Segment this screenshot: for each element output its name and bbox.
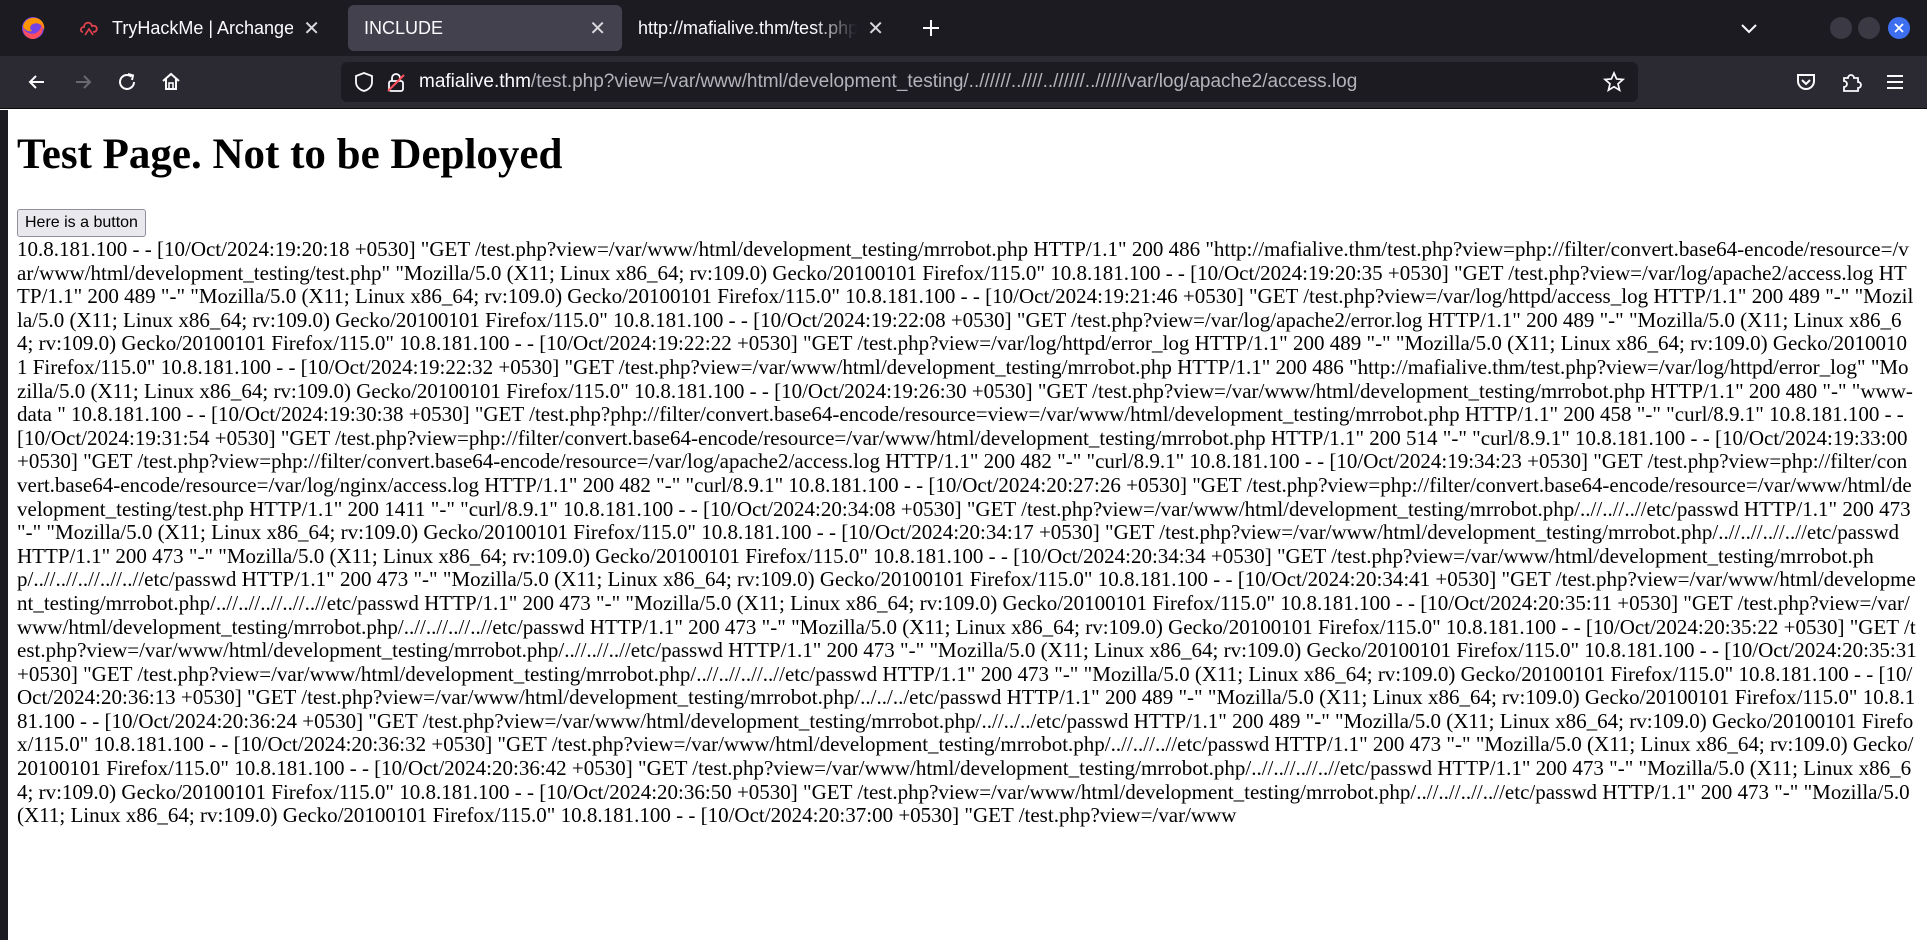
extensions-puzzle-icon[interactable] xyxy=(1838,69,1864,95)
star-bookmark-icon[interactable] xyxy=(1602,70,1626,94)
content-edge xyxy=(0,110,8,940)
maximize-button[interactable] xyxy=(1858,17,1880,39)
tab-title: http://mafialive.thm/test.php xyxy=(638,17,858,38)
close-icon[interactable]: ✕ xyxy=(867,16,884,41)
url-text[interactable]: mafialive.thm/test.php?view=/var/www/htm… xyxy=(419,71,1357,93)
firefox-icon[interactable] xyxy=(20,15,46,41)
pocket-icon[interactable] xyxy=(1793,69,1819,95)
tryhackme-icon xyxy=(78,17,100,39)
home-icon[interactable] xyxy=(158,69,184,95)
forward-arrow-icon xyxy=(70,69,96,95)
page-content: Test Page. Not to be Deployed Here is a … xyxy=(0,110,1927,940)
address-bar[interactable]: mafialive.thm/test.php?view=/var/www/htm… xyxy=(341,62,1638,102)
back-arrow-icon[interactable] xyxy=(24,69,50,95)
access-log-text: 10.8.181.100 - - [10/Oct/2024:19:20:18 +… xyxy=(17,237,1917,828)
new-tab-plus-icon[interactable] xyxy=(915,12,947,44)
shield-icon[interactable] xyxy=(353,71,375,93)
tab-test-php[interactable]: http://mafialive.thm/test.php ✕ xyxy=(622,5,900,51)
reload-icon[interactable] xyxy=(114,69,140,95)
insecure-lock-icon[interactable] xyxy=(385,71,407,93)
minimize-button[interactable] xyxy=(1830,17,1852,39)
tab-bar: TryHackMe | Archangel ✕ INCLUDE ✕ http:/… xyxy=(0,0,1927,56)
tab-title: INCLUDE xyxy=(364,17,444,38)
page-heading: Test Page. Not to be Deployed xyxy=(17,131,563,178)
hamburger-menu-icon[interactable] xyxy=(1882,69,1908,95)
close-window-button[interactable] xyxy=(1888,17,1910,39)
chevron-down-icon[interactable] xyxy=(1737,16,1761,40)
tab-include[interactable]: INCLUDE ✕ xyxy=(348,5,622,51)
url-host: mafialive.thm xyxy=(419,71,531,92)
here-is-a-button[interactable]: Here is a button xyxy=(17,209,146,237)
navigation-toolbar: mafialive.thm/test.php?view=/var/www/htm… xyxy=(0,56,1927,109)
tab-tryhackme[interactable]: TryHackMe | Archangel ✕ xyxy=(62,5,336,51)
tab-title: TryHackMe | Archangel xyxy=(112,17,294,38)
close-icon[interactable]: ✕ xyxy=(303,16,320,41)
close-icon[interactable]: ✕ xyxy=(589,16,606,41)
url-path: /test.php?view=/var/www/html/development… xyxy=(530,71,1358,92)
